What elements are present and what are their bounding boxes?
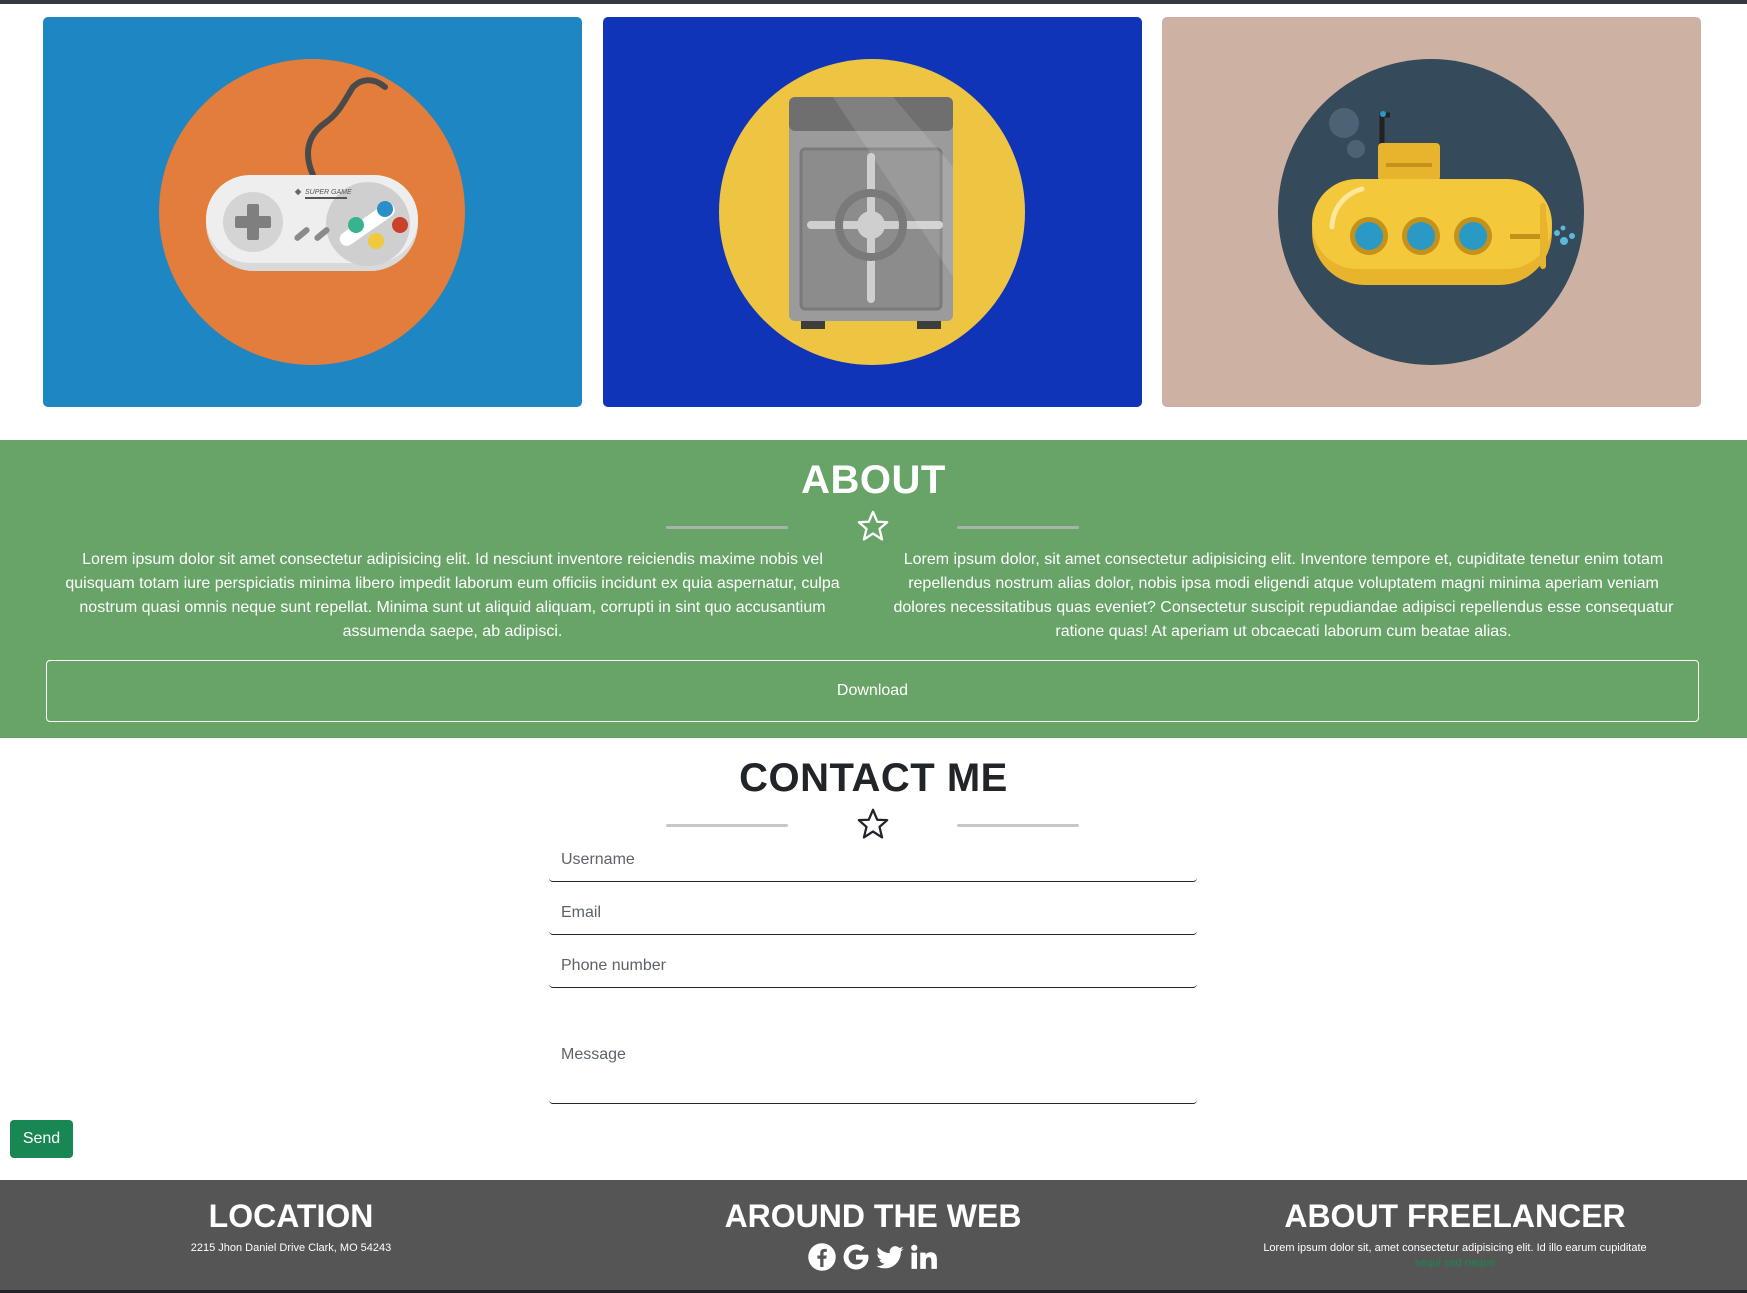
twitter-icon[interactable] <box>875 1242 905 1272</box>
download-button[interactable]: Download <box>46 660 1699 722</box>
footer-location: LOCATION 2215 Jhon Daniel Drive Clark, M… <box>0 1196 582 1256</box>
linkedin-icon[interactable] <box>909 1242 939 1272</box>
about-title: ABOUT <box>801 458 946 502</box>
portfolio-card-safe[interactable] <box>603 17 1142 407</box>
contact-title: CONTACT ME <box>739 756 1008 800</box>
contact-divider <box>666 807 1079 841</box>
about-section: ABOUT Lorem ipsum dolor sit amet consect… <box>0 440 1747 738</box>
safe-icon <box>789 97 953 329</box>
footer-web-title: AROUND THE WEB <box>724 1198 1022 1234</box>
facebook-icon[interactable] <box>807 1242 837 1272</box>
footer-location-title: LOCATION <box>208 1198 374 1234</box>
footer: LOCATION 2215 Jhon Daniel Drive Clark, M… <box>0 1180 1747 1293</box>
footer-about-text: Lorem ipsum dolor sit, amet consectetur … <box>1263 1242 1647 1254</box>
footer-address: 2215 Jhon Daniel Drive Clark, MO 54243 <box>190 1242 392 1254</box>
top-bar <box>0 0 1747 4</box>
social-links <box>582 1240 1164 1274</box>
footer-about-title: ABOUT FREELANCER <box>1284 1198 1626 1234</box>
divider-line-right <box>957 526 1079 529</box>
footer-about-freelancer: ABOUT FREELANCER Lorem ipsum dolor sit, … <box>1164 1196 1746 1270</box>
google-icon[interactable] <box>841 1242 871 1272</box>
username-input[interactable] <box>549 838 1197 882</box>
footer-around-the-web: AROUND THE WEB <box>582 1196 1164 1274</box>
message-textarea[interactable] <box>549 1036 1197 1104</box>
divider-line-left <box>666 824 788 827</box>
controller-label: SUPER GAME <box>305 189 352 196</box>
send-button[interactable]: Send <box>10 1120 73 1158</box>
about-text-right: Lorem ipsum dolor, sit amet consectetur … <box>893 551 1674 640</box>
about-text-left: Lorem ipsum dolor sit amet consectetur a… <box>65 551 840 640</box>
phone-input[interactable] <box>549 944 1197 988</box>
star-icon <box>857 808 889 839</box>
portfolio-card-game[interactable]: ◆ SUPER GAME <box>43 17 582 407</box>
divider-line-left <box>666 526 788 529</box>
portfolio-card-submarine[interactable] <box>1162 17 1701 407</box>
star-icon <box>857 510 889 541</box>
svg-text:◆: ◆ <box>294 187 302 196</box>
about-divider <box>666 509 1079 543</box>
email-input[interactable] <box>549 891 1197 935</box>
footer-about-link[interactable]: sequi sed neque <box>1164 1256 1746 1270</box>
contact-section: CONTACT ME Send <box>0 738 1747 1180</box>
divider-line-right <box>957 824 1079 827</box>
